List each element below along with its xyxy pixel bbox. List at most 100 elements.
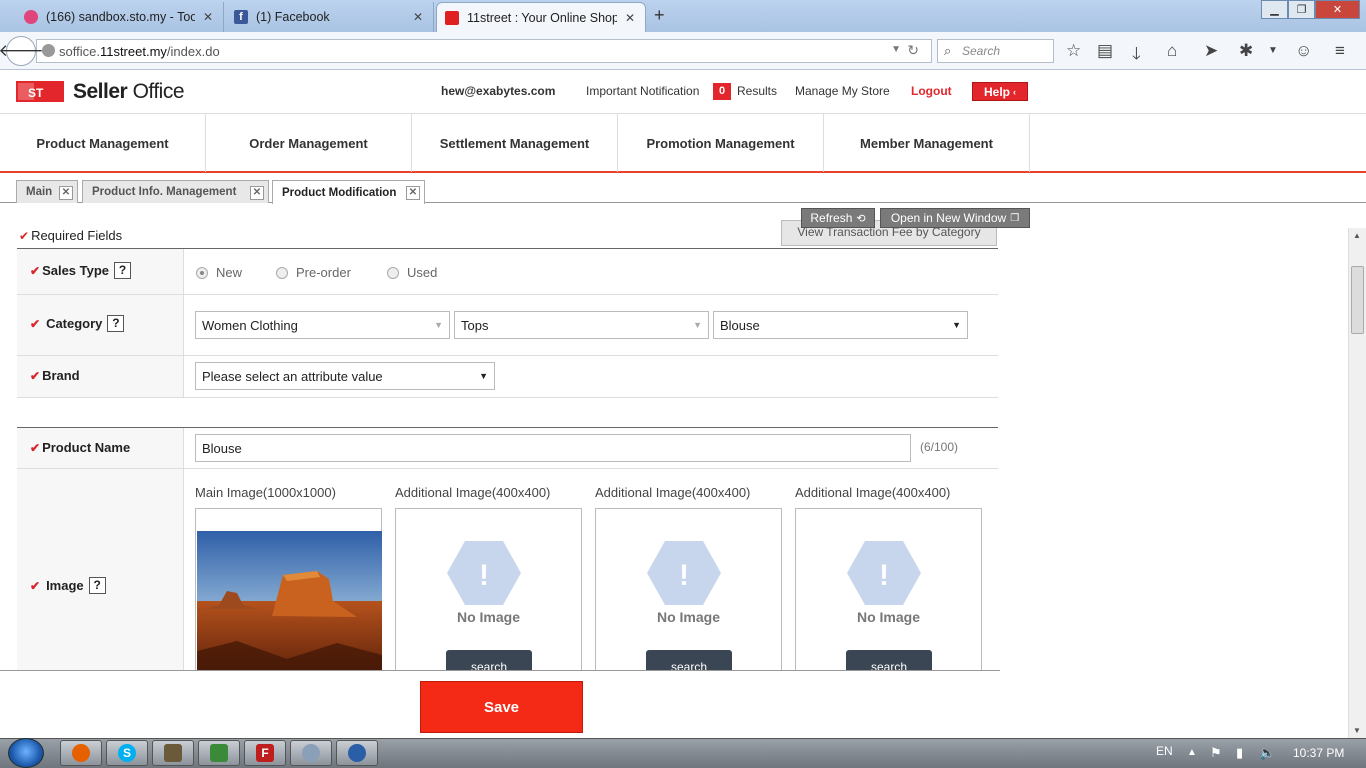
close-tab-icon[interactable]: ✕ (203, 10, 213, 24)
home-icon[interactable]: ⌂ (1167, 41, 1177, 61)
close-tab-icon[interactable]: ✕ (59, 186, 73, 200)
browser-tab-11street[interactable]: 11street : Your Online Shop... ✕ (436, 2, 646, 32)
image-label: ✔ Image? (30, 577, 106, 594)
chat-icon[interactable]: ☺ (1295, 41, 1312, 61)
open-new-window-button[interactable]: Open in New Window ❐ (880, 208, 1030, 228)
radio-new[interactable]: New (196, 265, 242, 280)
new-window-icon: ❐ (1010, 212, 1020, 224)
help-label: Help (983, 84, 1010, 99)
radio-used[interactable]: Used (387, 265, 437, 280)
volume-icon[interactable]: 🔈 (1259, 745, 1275, 761)
url-bar[interactable]: soffice. 11street.my/index.do ▼ ↻ (36, 39, 932, 63)
refresh-button[interactable]: Refresh ⟲ (801, 208, 875, 228)
additional-image-slot-1[interactable]: ! No Image search (395, 508, 582, 670)
scroll-down-icon[interactable]: ▼ (1353, 726, 1361, 735)
brand-bold: Seller (73, 80, 128, 103)
save-button[interactable]: Save (420, 681, 583, 733)
svg-text:ST: ST (28, 86, 44, 100)
notification-count-badge: 0 (713, 83, 731, 100)
important-notification-link[interactable]: Important Notification (586, 84, 699, 98)
search-image-button[interactable]: search (646, 650, 732, 670)
bookmark-star-icon[interactable]: ☆ (1066, 41, 1081, 61)
vertical-scrollbar[interactable]: ▲ ▼ (1348, 228, 1366, 738)
manage-store-link[interactable]: Manage My Store (795, 84, 890, 98)
menu-order-management[interactable]: Order Management (206, 114, 412, 172)
category-select-1[interactable]: Women Clothing ▼ (195, 311, 450, 339)
radio-pre-order[interactable]: Pre-order (276, 265, 351, 280)
browser-tab-sandbox[interactable]: (166) sandbox.sto.my - Tool ✕ (16, 2, 224, 32)
scrollbar-thumb[interactable] (1351, 266, 1364, 334)
search-image-button[interactable]: search (846, 650, 932, 670)
taskbar-skype[interactable]: S (106, 740, 148, 766)
url-path: /index.do (166, 43, 220, 59)
menu-member-management[interactable]: Member Management (824, 114, 1030, 172)
dropdown-arrow-icon[interactable]: ▼ (891, 44, 901, 55)
taskbar-filezilla[interactable]: F (244, 740, 286, 766)
scroll-up-icon[interactable]: ▲ (1353, 231, 1361, 240)
11street-favicon-icon (445, 10, 459, 25)
taskbar-app-4[interactable] (198, 740, 240, 766)
sandbox-favicon-icon (24, 10, 38, 24)
action-center-flag-icon[interactable]: ⚑ (1210, 745, 1222, 761)
svg-text:!: ! (879, 559, 889, 592)
category-select-2[interactable]: Tops ▼ (454, 311, 709, 339)
hamburger-menu-icon[interactable]: ≡ (1335, 41, 1345, 61)
category-select-3[interactable]: Blouse ▼ (713, 311, 968, 339)
document-icon (164, 744, 182, 762)
back-button[interactable]: 🡐 (0, 36, 44, 66)
facebook-favicon-icon: f (234, 10, 248, 24)
help-button[interactable]: Help ‹ (972, 82, 1028, 101)
no-image-text: No Image (856, 609, 920, 625)
additional-image-slot-3[interactable]: ! No Image search (795, 508, 982, 670)
help-question-icon[interactable]: ? (107, 315, 125, 332)
battery-icon[interactable]: ▮ (1236, 745, 1243, 761)
tab-product-info-management[interactable]: Product Info. Management ✕ (82, 180, 269, 203)
close-window-button[interactable]: ✕ (1315, 0, 1360, 19)
close-tab-icon[interactable]: ✕ (250, 186, 264, 200)
tray-expand-icon[interactable]: ▲ (1187, 747, 1197, 758)
reload-icon[interactable]: ↻ (907, 42, 919, 59)
logout-link[interactable]: Logout (911, 84, 952, 98)
new-tab-button[interactable]: + (654, 5, 665, 26)
main-image-slot[interactable] (195, 508, 382, 670)
search-image-button[interactable]: search (446, 650, 532, 670)
download-icon[interactable]: 🡓 (1132, 41, 1141, 70)
label-text: Brand (42, 368, 80, 383)
browser-tab-strip: (166) sandbox.sto.my - Tool ✕ f (1) Face… (0, 0, 1366, 32)
browser-tab-facebook[interactable]: f (1) Facebook ✕ (226, 2, 434, 32)
taskbar-firefox[interactable] (60, 740, 102, 766)
close-tab-icon[interactable]: ✕ (413, 10, 423, 24)
close-tab-icon[interactable]: ✕ (625, 11, 635, 25)
menu-promotion-management[interactable]: Promotion Management (618, 114, 824, 172)
search-input[interactable]: ⌕ Search (937, 39, 1054, 63)
seller-office-title: Seller Office (73, 80, 185, 104)
additional-image-slot-2[interactable]: ! No Image search (595, 508, 782, 670)
tab-main[interactable]: Main ✕ (16, 180, 78, 203)
11street-logo-icon[interactable]: ST (16, 78, 64, 106)
taskbar-app-3[interactable] (152, 740, 194, 766)
url-domain: 11street.my (99, 43, 167, 59)
menu-dropdown-icon[interactable]: ▼ (1268, 45, 1278, 56)
menu-product-management[interactable]: Product Management (0, 114, 206, 172)
close-tab-icon[interactable]: ✕ (406, 186, 420, 200)
menu-settlement-management[interactable]: Settlement Management (412, 114, 618, 172)
language-indicator[interactable]: EN (1156, 744, 1173, 758)
notification-label: Important Notification (586, 84, 700, 98)
tab-product-modification[interactable]: Product Modification ✕ (272, 180, 425, 204)
windows-start-icon[interactable] (8, 738, 44, 768)
taskbar-app-6[interactable] (290, 740, 332, 766)
send-icon[interactable]: ➤ (1204, 41, 1218, 61)
chevron-left-icon: ‹ (1013, 86, 1016, 97)
minimize-button[interactable]: ▁ (1261, 0, 1288, 19)
reading-list-icon[interactable]: ▤ (1097, 41, 1113, 61)
clock[interactable]: 10:37 PM (1293, 746, 1344, 760)
maximize-button[interactable]: ❐ (1288, 0, 1315, 19)
product-name-input[interactable]: Blouse (195, 434, 911, 462)
brand-select[interactable]: Please select an attribute value ▼ (195, 362, 495, 390)
extension-icon[interactable]: ✱ (1239, 41, 1253, 61)
help-question-icon[interactable]: ? (114, 262, 132, 279)
taskbar-app-7[interactable] (336, 740, 378, 766)
product-form: View Transaction Fee by Category ✔ Requir… (0, 204, 1348, 670)
help-question-icon[interactable]: ? (88, 577, 106, 594)
tab-title: 11street : Your Online Shop... (467, 10, 617, 25)
